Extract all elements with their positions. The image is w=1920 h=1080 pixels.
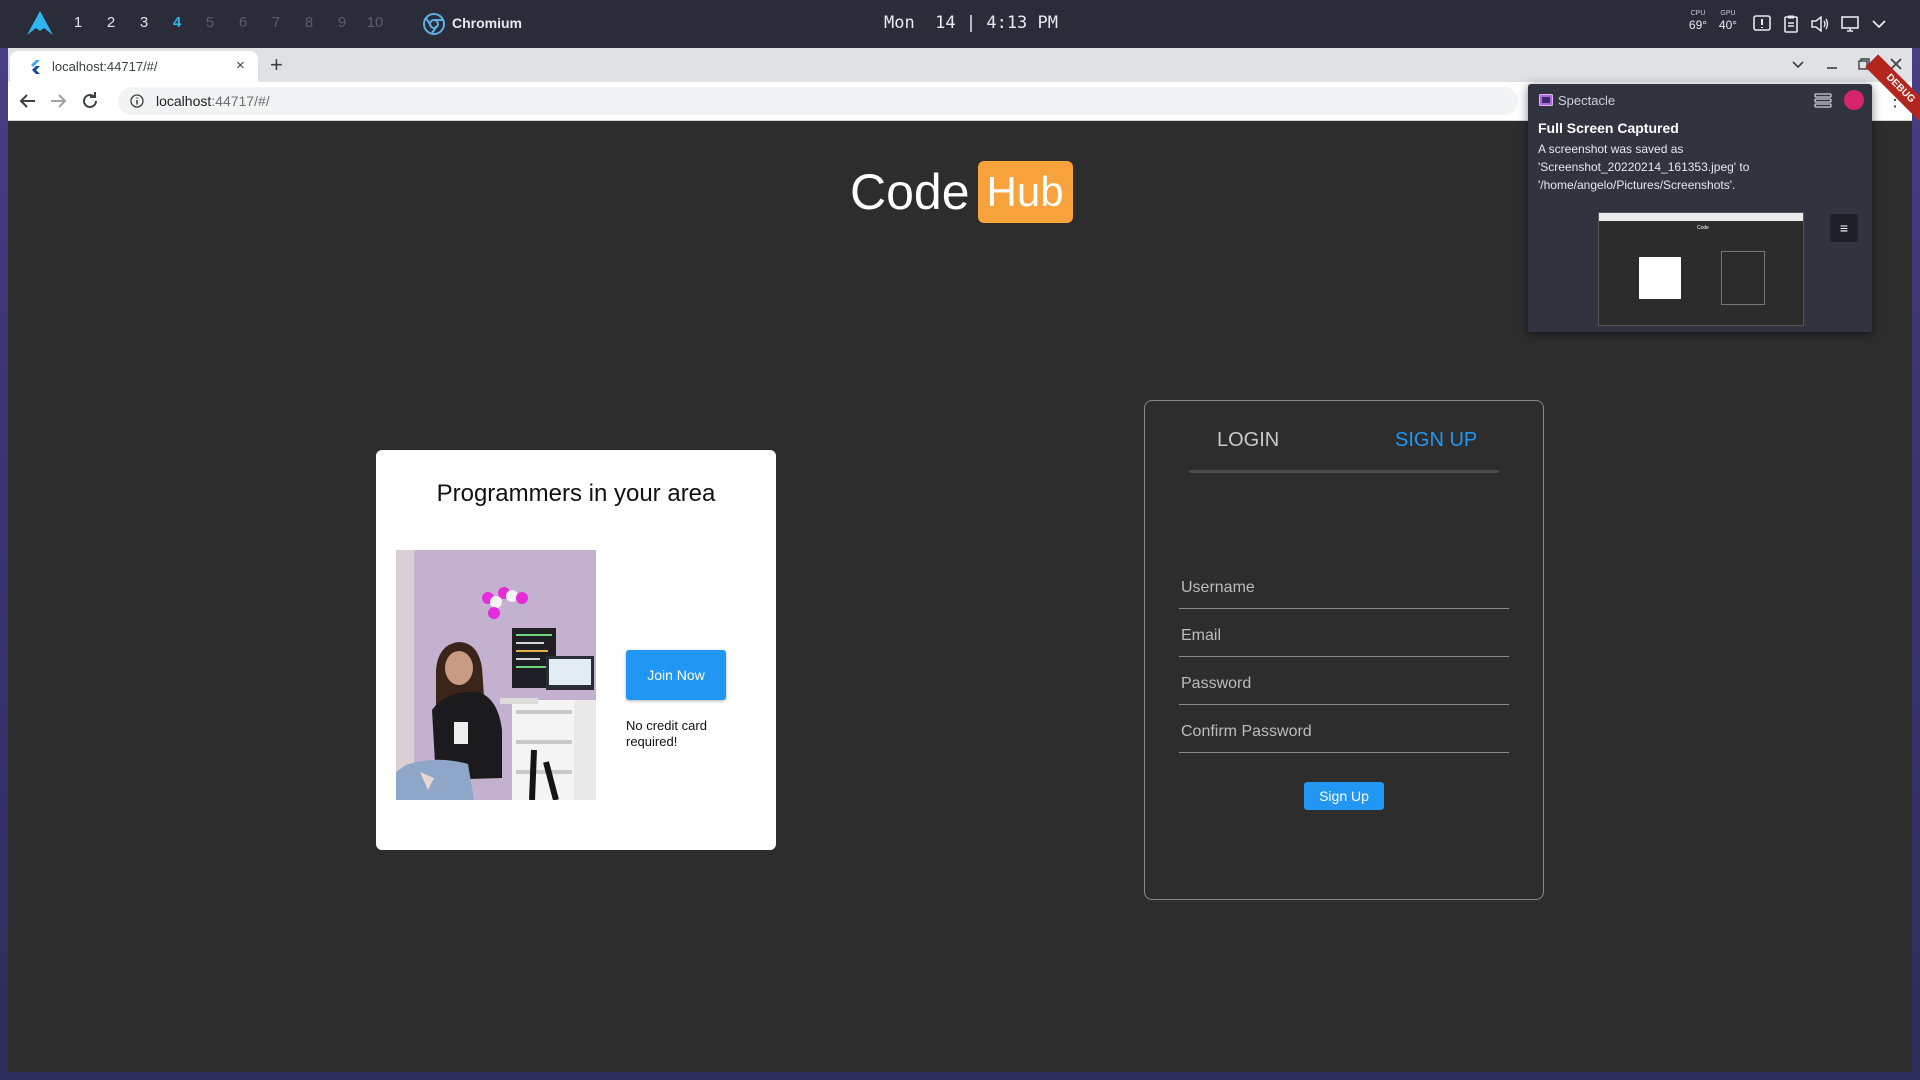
workspace-7[interactable]: 7	[264, 14, 288, 31]
programmer-photo	[396, 550, 596, 800]
notification-menu-icon[interactable]: ≡	[1830, 214, 1858, 242]
tab-localhost[interactable]: localhost:44717/#/ ×	[10, 51, 258, 82]
chevron-down-icon[interactable]	[1869, 14, 1889, 34]
password-field[interactable]	[1179, 657, 1513, 705]
spectacle-icon	[1539, 94, 1553, 106]
notification-body: A screenshot was saved as 'Screenshot_20…	[1538, 142, 1750, 192]
tab-login[interactable]: LOGIN	[1217, 429, 1279, 452]
gpu-label: GPU	[1720, 10, 1736, 17]
clipboard-icon[interactable]	[1781, 14, 1801, 34]
workspace-4[interactable]: 4	[165, 14, 189, 31]
workspace-6[interactable]: 6	[231, 14, 255, 31]
volume-icon[interactable]	[1810, 14, 1830, 34]
flutter-icon	[31, 60, 40, 74]
workspace-1[interactable]: 1	[66, 14, 90, 31]
tab-close-button[interactable]: ×	[236, 57, 245, 74]
workspace-5[interactable]: 5	[198, 14, 222, 31]
tab-search-icon[interactable]	[1790, 56, 1806, 72]
thumb-promo-card	[1639, 257, 1681, 299]
confirm-password-input[interactable]	[1179, 722, 1513, 742]
screenshot-notification[interactable]: Spectacle Full Screen Captured A screens…	[1528, 84, 1872, 332]
active-app-name: Chromium	[452, 15, 522, 31]
notification-close-icon[interactable]	[1844, 90, 1864, 110]
cpu-value: 69°	[1688, 18, 1708, 32]
thumb-auth-panel	[1721, 251, 1765, 305]
confirm-password-field[interactable]	[1179, 705, 1513, 753]
email-input[interactable]	[1179, 626, 1513, 646]
reload-icon[interactable]	[78, 89, 102, 113]
screenshot-thumbnail[interactable]: Code	[1598, 212, 1804, 326]
minimize-icon[interactable]	[1824, 56, 1840, 72]
promo-card: Programmers in your area Join Now No cre…	[376, 450, 776, 850]
brand-code-text: Code	[850, 164, 970, 220]
back-icon[interactable]	[16, 89, 40, 113]
url-host: localhost	[156, 93, 212, 109]
chromium-icon	[423, 13, 445, 35]
tab-signup[interactable]: SIGN UP	[1395, 429, 1477, 452]
alert-icon[interactable]	[1752, 14, 1772, 34]
workspace-10[interactable]: 10	[363, 14, 387, 31]
no-credit-card-note: No credit card required!	[626, 718, 707, 749]
sign-up-button[interactable]: Sign Up	[1304, 782, 1384, 810]
launcher-icon[interactable]	[26, 10, 54, 36]
username-input[interactable]	[1179, 578, 1513, 598]
join-now-button[interactable]: Join Now	[626, 650, 726, 700]
brand-hub-badge: Hub	[977, 161, 1073, 223]
thumb-toolbar	[1599, 213, 1803, 221]
workspace-8[interactable]: 8	[297, 14, 321, 31]
system-top-bar: 1 2 3 4 5 6 7 8 9 10 Chromium Mon 14 | 4…	[0, 0, 1920, 48]
gpu-value: 40°	[1718, 18, 1738, 32]
clock[interactable]: Mon 14 | 4:13 PM	[884, 13, 1058, 33]
gpu-temp: GPU 40°	[1714, 10, 1742, 32]
workspace-9[interactable]: 9	[330, 14, 354, 31]
tab-title: localhost:44717/#/	[52, 59, 158, 74]
workspace-2[interactable]: 2	[99, 14, 123, 31]
url-path: :44717/#/	[211, 93, 270, 109]
new-tab-button[interactable]: +	[270, 52, 283, 78]
address-bar[interactable]: localhost:44717/#/	[118, 87, 1518, 115]
promo-title: Programmers in your area	[436, 480, 716, 507]
url-text[interactable]: localhost:44717/#/	[156, 93, 270, 109]
notification-title: Full Screen Captured	[1538, 120, 1679, 136]
username-field[interactable]	[1179, 561, 1513, 609]
forward-icon[interactable]	[46, 89, 70, 113]
password-input[interactable]	[1179, 674, 1513, 694]
tab-strip: localhost:44717/#/ × +	[8, 48, 1912, 82]
site-info-icon[interactable]	[130, 94, 144, 108]
cpu-label: CPU	[1690, 10, 1706, 17]
cpu-temp: CPU 69°	[1684, 10, 1712, 32]
email-field[interactable]	[1179, 609, 1513, 657]
display-icon[interactable]	[1840, 14, 1860, 34]
thumb-brand: Code	[1697, 225, 1709, 231]
auth-panel: LOGIN SIGN UP Sign Up	[1144, 400, 1544, 900]
codehub-logo: Code Hub	[850, 161, 1073, 223]
tab-divider	[1189, 470, 1499, 473]
notification-app-name: Spectacle	[1558, 93, 1616, 108]
workspace-3[interactable]: 3	[132, 14, 156, 31]
notification-settings-icon[interactable]	[1814, 92, 1832, 108]
